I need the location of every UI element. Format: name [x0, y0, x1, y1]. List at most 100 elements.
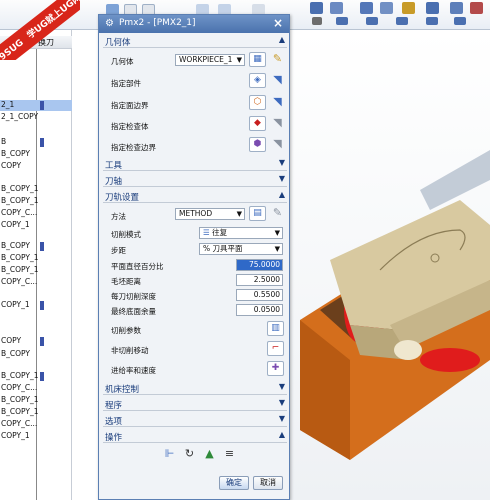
dialog-titlebar[interactable]: ⚙ Pmx2 - [PMX2_1] × — [99, 15, 289, 33]
navigator-row[interactable]: COPY — [0, 161, 72, 172]
edit-method-button[interactable]: ▤ — [249, 206, 266, 221]
navigator-row[interactable]: B_COPY_1 — [0, 395, 72, 406]
list-icon[interactable]: ≡ — [221, 447, 238, 462]
blank-distance-input[interactable]: 2.5000 — [236, 274, 283, 286]
toolbar-icon[interactable] — [330, 2, 343, 14]
watermark-line1: 9SUG — [0, 37, 26, 60]
navigator-row[interactable]: COPY_1 — [0, 300, 72, 311]
chevron-up-icon[interactable]: ▲ — [279, 35, 285, 44]
section-tool-label: 工具 — [105, 161, 123, 171]
toolbar-icon[interactable] — [426, 2, 439, 14]
chevron-down-icon[interactable]: ▼ — [279, 414, 285, 423]
generate-icon[interactable]: ⊩ — [161, 447, 178, 462]
chevron-down-icon[interactable]: ▼ — [279, 398, 285, 407]
navigator-row[interactable]: COPY_1 — [0, 220, 72, 231]
specify-check-boundary-button[interactable]: ⬢ — [249, 137, 266, 152]
ok-button[interactable]: 确定 — [219, 476, 249, 490]
verify-icon[interactable]: ▲ — [201, 447, 218, 462]
navigator-row-label: B_COPY_1 — [1, 371, 39, 380]
edit-geometry-button[interactable]: ▦ — [249, 52, 266, 67]
section-options[interactable]: 选项 ▼ — [103, 414, 287, 427]
toolbar-icon[interactable] — [312, 17, 322, 25]
flashlight-icon[interactable]: ◥ — [269, 116, 286, 131]
navigator-row[interactable]: COPY_C... — [0, 277, 72, 288]
flashlight-icon[interactable]: ◥ — [269, 73, 286, 88]
specify-check-body-label: 指定检查体 — [111, 122, 149, 131]
replay-icon[interactable]: ↻ — [181, 447, 198, 462]
final-floor-stock-input[interactable]: 0.0500 — [236, 304, 283, 316]
chevron-down-icon[interactable]: ▼ — [279, 158, 285, 167]
stepover-label: 步距 — [111, 246, 126, 255]
navigator-row[interactable]: B_COPY_1 — [0, 253, 72, 264]
toolbar-icon[interactable] — [450, 2, 463, 14]
navigator-row[interactable]: 2_1 — [0, 100, 72, 111]
specify-check-body-button[interactable]: ◆ — [249, 116, 266, 131]
toolbar-icon[interactable] — [470, 2, 483, 14]
chevron-up-icon[interactable]: ▲ — [279, 430, 285, 439]
section-tool[interactable]: 工具 ▼ — [103, 158, 287, 171]
section-actions[interactable]: 操作 ▲ — [103, 430, 287, 443]
cut-pattern-select[interactable]: ☰ 往复 ▼ — [199, 227, 283, 239]
section-path-settings[interactable]: 刀轨设置 ▲ — [103, 190, 287, 203]
dialog-title: Pmx2 - [PMX2_1] — [119, 18, 196, 28]
navigator-row[interactable]: COPY_1 — [0, 431, 72, 442]
percent-diameter-input[interactable]: 75.0000 — [236, 259, 283, 271]
navigator-row-label: B — [1, 137, 7, 146]
wrench-icon[interactable]: ✎ — [269, 206, 286, 221]
navigator-row[interactable]: 2_1_COPY — [0, 112, 72, 123]
toolbar-icon[interactable] — [336, 17, 348, 25]
navigator-row-label: B_COPY_1 — [1, 265, 39, 274]
navigator-row-label: COPY_C... — [1, 277, 38, 286]
specify-face-boundary-button[interactable]: ⬡ — [249, 95, 266, 110]
navigator-row[interactable]: B_COPY — [0, 149, 72, 160]
toolbar-icon[interactable] — [454, 17, 466, 25]
toolbar-icon[interactable] — [360, 2, 373, 14]
cut-params-button[interactable]: ▥ — [267, 321, 284, 336]
feeds-speeds-button[interactable]: ✚ — [267, 361, 284, 376]
specify-part-button[interactable]: ◈ — [249, 73, 266, 88]
navigator-row[interactable]: COPY_C... — [0, 208, 72, 219]
flashlight-icon[interactable]: ◥ — [269, 95, 286, 110]
navigator-row[interactable]: B_COPY_1 — [0, 265, 72, 276]
navigator-row[interactable]: B_COPY — [0, 349, 72, 360]
graphics-viewport[interactable] — [290, 30, 490, 500]
method-select[interactable]: METHOD ▼ — [175, 208, 245, 220]
depth-per-cut-input[interactable]: 0.5500 — [236, 289, 283, 301]
section-program[interactable]: 程序 ▼ — [103, 398, 287, 411]
navigator-row-label: B_COPY_1 — [1, 184, 39, 193]
navigator-row[interactable]: B_COPY_1 — [0, 371, 72, 382]
toolbar-icon[interactable] — [396, 17, 408, 25]
navigator-row[interactable]: B_COPY_1 — [0, 196, 72, 207]
watermark-logo: 9SUG 学UG就上UG网 — [0, 0, 80, 60]
navigator-row-label: COPY_1 — [1, 220, 30, 229]
toolbar-icon[interactable] — [426, 17, 438, 25]
navigator-row[interactable]: B_COPY_1 — [0, 407, 72, 418]
navigator-row[interactable]: B_COPY_1 — [0, 184, 72, 195]
section-geometry-label: 几何体 — [105, 38, 131, 48]
navigator-row[interactable]: B_COPY — [0, 241, 72, 252]
chevron-down-icon[interactable]: ▼ — [279, 382, 285, 391]
chevron-down-icon[interactable]: ▼ — [279, 174, 285, 183]
toolbar-icon[interactable] — [310, 2, 323, 14]
flashlight-icon[interactable]: ◥ — [269, 137, 286, 152]
cancel-button[interactable]: 取消 — [253, 476, 283, 490]
stepover-select[interactable]: % 刀具平面 ▼ — [199, 243, 283, 255]
toolbar-icon[interactable] — [366, 17, 378, 25]
section-geometry[interactable]: 几何体 ▲ — [103, 35, 287, 48]
section-machine-control[interactable]: 机床控制 ▼ — [103, 382, 287, 395]
wrench-icon[interactable]: ✎ — [269, 52, 286, 67]
navigator-row[interactable]: COPY_C... — [0, 383, 72, 394]
tool-change-flag-icon — [40, 101, 44, 110]
navigator-row-label: COPY — [1, 336, 22, 345]
navigator-row[interactable]: B — [0, 137, 72, 148]
navigator-row[interactable]: COPY — [0, 336, 72, 347]
geometry-select[interactable]: WORKPIECE_1 ▼ — [175, 54, 245, 66]
non-cutting-moves-button[interactable]: ⌐ — [267, 341, 284, 356]
section-tool-axis[interactable]: 刀轴 ▼ — [103, 174, 287, 187]
non-cutting-moves-label: 非切削移动 — [111, 346, 149, 355]
navigator-row[interactable]: COPY_C... — [0, 419, 72, 430]
close-icon[interactable]: × — [273, 16, 283, 30]
toolbar-icon[interactable] — [402, 2, 415, 14]
toolbar-icon[interactable] — [380, 2, 393, 14]
chevron-up-icon[interactable]: ▲ — [279, 190, 285, 199]
